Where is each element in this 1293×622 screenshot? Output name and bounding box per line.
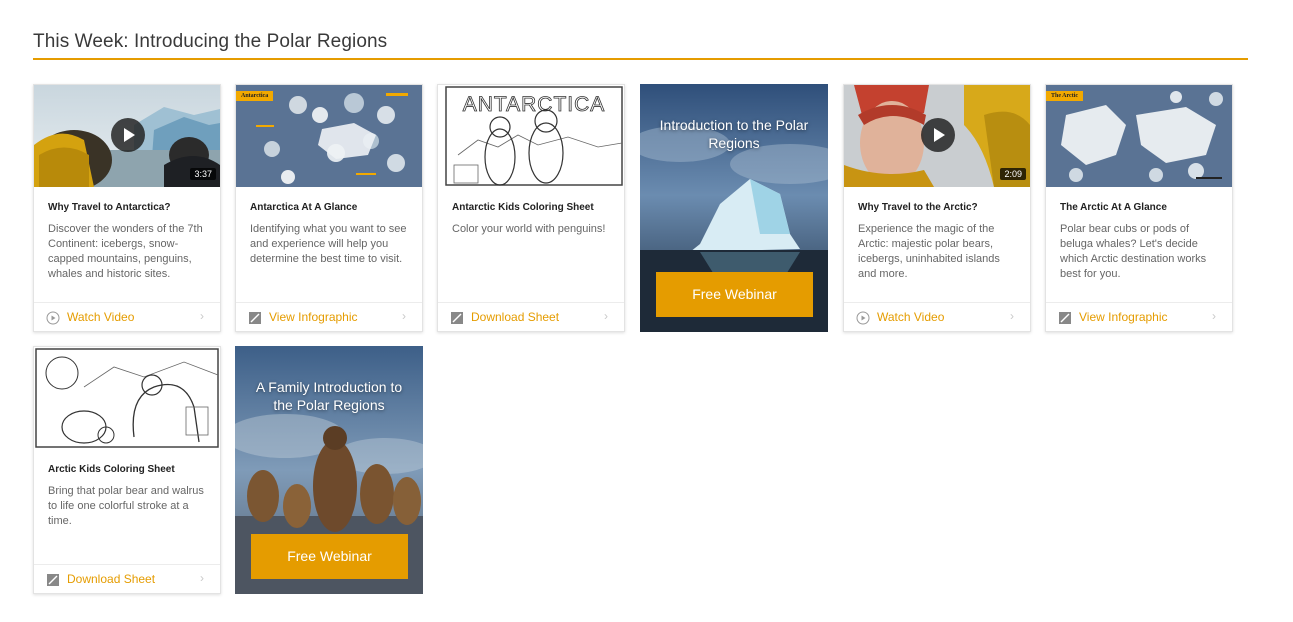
penguin-coloring-image: ANTARCTICA bbox=[438, 85, 624, 187]
play-button[interactable] bbox=[111, 118, 145, 152]
video-duration: 2:09 bbox=[1000, 168, 1026, 180]
card-title[interactable]: Antarctica At A Glance bbox=[250, 202, 412, 213]
card-footer-watch-video[interactable]: Watch Video › bbox=[34, 302, 220, 331]
play-circle-icon bbox=[46, 311, 60, 325]
card-description: Polar bear cubs or pods of beluga whales… bbox=[1060, 223, 1207, 280]
card-title[interactable]: Why Travel to the Arctic? bbox=[858, 202, 1020, 213]
card-description: Color your world with penguins! bbox=[452, 223, 606, 235]
chevron-right-icon: › bbox=[200, 309, 204, 323]
infographic-icon bbox=[1059, 312, 1071, 324]
chevron-right-icon: › bbox=[200, 571, 204, 585]
coloring-sheet-thumbnail[interactable] bbox=[34, 347, 220, 449]
infographic-tag: The Arctic bbox=[1046, 91, 1084, 101]
card-footer-view-infographic[interactable]: View Infographic › bbox=[1046, 302, 1232, 331]
card-antarctica-at-a-glance[interactable]: Antarctica Antarctica At A Glance Identi… bbox=[235, 84, 423, 332]
infographic-icon bbox=[249, 312, 261, 324]
section-title: This Week: Introducing the Polar Regions bbox=[33, 31, 388, 52]
card-description: Bring that polar bear and walrus to life… bbox=[48, 485, 204, 527]
play-circle-icon bbox=[856, 311, 870, 325]
card-title[interactable]: Why Travel to Antarctica? bbox=[48, 202, 210, 213]
infographic-thumbnail[interactable]: Antarctica bbox=[236, 85, 422, 187]
promo-title: A Family Introduction to the Polar Regio… bbox=[255, 379, 403, 413]
section-divider bbox=[33, 58, 1248, 60]
promo-polar-regions-webinar[interactable]: Introduction to the Polar Regions Free W… bbox=[640, 84, 828, 332]
polar-bear-coloring-image bbox=[34, 347, 220, 449]
view-infographic-link[interactable]: View Infographic bbox=[269, 310, 358, 324]
infographic-tag: Antarctica bbox=[236, 91, 274, 101]
download-sheet-link[interactable]: Download Sheet bbox=[471, 310, 559, 324]
card-description: Identifying what you want to see and exp… bbox=[250, 223, 407, 265]
video-thumbnail[interactable]: 3:37 bbox=[34, 85, 220, 187]
card-footer-watch-video[interactable]: Watch Video › bbox=[844, 302, 1030, 331]
card-footer-download-sheet[interactable]: Download Sheet › bbox=[34, 564, 220, 593]
card-footer-download-sheet[interactable]: Download Sheet › bbox=[438, 302, 624, 331]
download-sheet-link[interactable]: Download Sheet bbox=[67, 572, 155, 586]
card-title[interactable]: Antarctic Kids Coloring Sheet bbox=[452, 202, 614, 213]
watch-video-link[interactable]: Watch Video bbox=[877, 310, 944, 324]
free-webinar-button[interactable]: Free Webinar bbox=[656, 272, 813, 317]
card-title[interactable]: Arctic Kids Coloring Sheet bbox=[48, 464, 210, 475]
card-arctic-coloring-sheet[interactable]: Arctic Kids Coloring Sheet Bring that po… bbox=[33, 346, 221, 594]
chevron-right-icon: › bbox=[604, 309, 608, 323]
view-infographic-link[interactable]: View Infographic bbox=[1079, 310, 1168, 324]
promo-title: Introduction to the Polar Regions bbox=[659, 117, 809, 151]
card-title[interactable]: The Arctic At A Glance bbox=[1060, 202, 1222, 213]
coloring-sheet-thumbnail[interactable]: ANTARCTICA bbox=[438, 85, 624, 187]
card-description: Discover the wonders of the 7th Continen… bbox=[48, 223, 203, 280]
chevron-right-icon: › bbox=[1010, 309, 1014, 323]
antarctica-coloring-text: ANTARCTICA bbox=[463, 93, 606, 116]
watch-video-link[interactable]: Watch Video bbox=[67, 310, 134, 324]
card-why-travel-antarctica[interactable]: 3:37 Why Travel to Antarctica? Discover … bbox=[33, 84, 221, 332]
download-sheet-icon bbox=[451, 312, 463, 324]
card-footer-view-infographic[interactable]: View Infographic › bbox=[236, 302, 422, 331]
free-webinar-button[interactable]: Free Webinar bbox=[251, 534, 408, 579]
play-button[interactable] bbox=[921, 118, 955, 152]
promo-family-polar-webinar[interactable]: A Family Introduction to the Polar Regio… bbox=[235, 346, 423, 594]
download-sheet-icon bbox=[47, 574, 59, 586]
card-why-travel-arctic[interactable]: 2:09 Why Travel to the Arctic? Experienc… bbox=[843, 84, 1031, 332]
infographic-thumbnail[interactable]: The Arctic bbox=[1046, 85, 1232, 187]
card-arctic-at-a-glance[interactable]: The Arctic The Arctic At A Glance Polar … bbox=[1045, 84, 1233, 332]
video-duration: 3:37 bbox=[190, 168, 216, 180]
video-thumbnail[interactable]: 2:09 bbox=[844, 85, 1030, 187]
chevron-right-icon: › bbox=[1212, 309, 1216, 323]
card-antarctic-coloring-sheet[interactable]: ANTARCTICA Antarctic Kids Coloring Sheet… bbox=[437, 84, 625, 332]
card-description: Experience the magic of the Arctic: maje… bbox=[858, 223, 1000, 280]
chevron-right-icon: › bbox=[402, 309, 406, 323]
